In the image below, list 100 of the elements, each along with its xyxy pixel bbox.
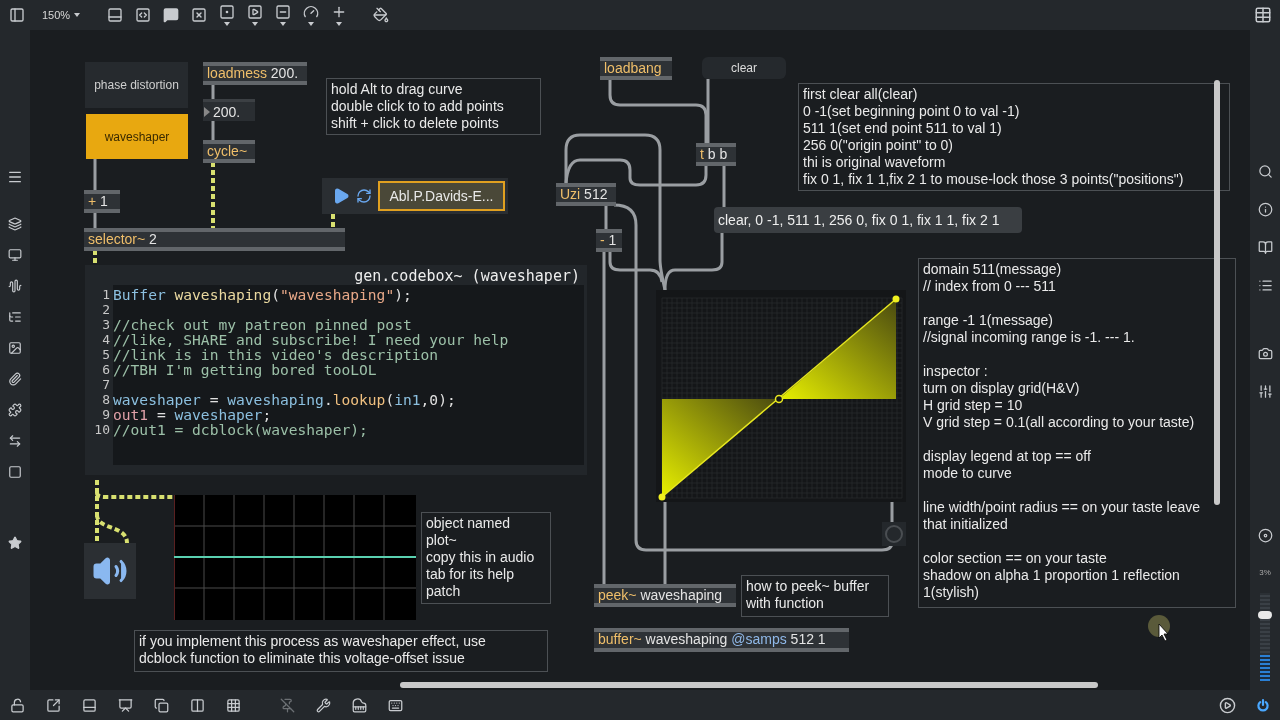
breakpoint[interactable] [774, 394, 784, 404]
line-number: 8 [102, 392, 110, 407]
image-icon [8, 341, 22, 355]
wrench-icon [315, 697, 331, 713]
object-box: selector~ 2 [84, 228, 345, 251]
caret-icon [336, 22, 343, 26]
text-toggle-button[interactable]: waveshaper [86, 114, 188, 159]
grid-icon [225, 697, 241, 713]
arrow-square-icon [45, 697, 61, 713]
play-square-icon [247, 4, 264, 20]
triangle-icon [203, 106, 211, 117]
tree-list-icon [8, 310, 22, 324]
table-icon [1254, 6, 1272, 24]
panel-icon [81, 697, 97, 713]
message-icon [135, 7, 152, 23]
audio-file-button[interactable]: Abl.P.Davids-E... [378, 181, 505, 211]
comment: hold Alt to drag curve double click to to add points shift + click to delete points [326, 78, 541, 135]
object-box: loadbang [600, 57, 672, 80]
line-number: 9 [102, 407, 110, 422]
copy-icon [153, 697, 169, 713]
pin-off-icon [279, 697, 295, 713]
menu-icon [7, 169, 23, 185]
object-box: t b b [696, 143, 736, 166]
speaker-button[interactable] [84, 543, 136, 599]
power-icon [1257, 698, 1269, 712]
speech-bubble-icon [163, 7, 180, 23]
line-number: 3 [102, 317, 110, 332]
layers-icon [8, 217, 22, 231]
zoom-dropdown[interactable]: 150% [38, 9, 85, 21]
arrows-icon [8, 434, 22, 448]
horizontal-scrollbar[interactable] [400, 682, 1098, 688]
breakpoint[interactable] [658, 493, 666, 501]
columns-icon [189, 697, 205, 713]
caret-icon [308, 22, 315, 26]
caret-icon [224, 22, 231, 26]
number-box[interactable]: 200. [203, 99, 255, 121]
gain-slider-thumb[interactable] [1258, 611, 1272, 619]
vertical-scrollbar[interactable] [1214, 80, 1220, 505]
object-box: Uzi 512 [556, 183, 616, 206]
gain-slider[interactable] [1260, 593, 1270, 681]
book-icon [1257, 239, 1273, 255]
clear-button[interactable]: clear [702, 57, 786, 79]
object-box: buffer~ waveshaping @samps 512 1 [594, 628, 849, 652]
play-icon[interactable] [332, 187, 350, 205]
sidebar-icon [9, 7, 25, 23]
patch-cord [331, 214, 335, 228]
caret-icon [252, 22, 259, 26]
monitor-icon [8, 248, 22, 262]
code-line: //link is in this video's description [113, 347, 439, 362]
code-line: //TBH I'm getting bored tooLOL [113, 362, 377, 377]
number-value: 200. [213, 102, 241, 121]
toggle-circle-icon[interactable] [882, 522, 906, 546]
patch-cord [93, 212, 97, 228]
search-icon [1257, 163, 1273, 179]
line-number: 2 [102, 302, 110, 317]
keyboard-icon [387, 697, 403, 713]
patch-cord [211, 84, 215, 99]
star-icon [8, 536, 22, 550]
text-toggle-button[interactable]: phase distortion [85, 62, 188, 108]
disc-icon [1257, 527, 1273, 543]
loop-icon[interactable] [356, 188, 372, 204]
comment: how to peek~ buffer with function [741, 575, 889, 617]
puzzle-icon [8, 403, 22, 417]
comment: domain 511(message) // index from 0 --- 511 range -1 1(message) //signal incoming range is -1. --- 1. inspector : turn on display grid(H&V) H grid step = 10 V grid step = 0.1(all according to your taste) display legend at top == off mode to curve line width/point radius == on your taste leave that initialized color section == on your taste shadow on alpha 1 proportion 1 reflection 1(stylish) [918, 258, 1236, 608]
code-line: waveshaper = waveshaping.lookup(in1,0); [113, 392, 457, 407]
comment: if you implement this process as waveshaper effect, use dcblock function to eliminate this voltage-offset issue [134, 630, 548, 672]
object-box: peek~ waveshaping [594, 584, 736, 607]
line-number: 1 [102, 287, 110, 302]
line-number: 7 [102, 377, 110, 392]
waveform-icon [8, 279, 22, 293]
sliders-icon [1257, 383, 1273, 399]
patch-cord [93, 159, 97, 190]
line-number: 4 [102, 332, 110, 347]
circle-square-icon [219, 4, 236, 20]
info-icon [1257, 201, 1273, 217]
play-circle-icon [1218, 696, 1236, 714]
paint-bucket-icon [373, 7, 390, 23]
minus-square-icon [275, 4, 292, 20]
object-box: - 1 [596, 229, 622, 252]
comment: object named plot~ copy this in audio tab for its help patch [421, 512, 551, 604]
code-line: Buffer waveshaping("waveshaping"); [113, 287, 413, 302]
easel-icon [117, 697, 133, 713]
caret-icon [74, 13, 81, 17]
panel-icon [107, 7, 124, 23]
patch-cord [211, 121, 215, 140]
patch-cord [211, 162, 215, 228]
message-box[interactable]: clear, 0 -1, 511 1, 256 0, fix 0 1, fix 1 1, fix 2 1 [714, 207, 1022, 233]
patch-cord [93, 250, 97, 265]
caret-icon [280, 22, 287, 26]
camera-icon [1257, 345, 1273, 361]
piano-icon [351, 697, 367, 713]
list-icon [1257, 277, 1273, 293]
object-box: + 1 [84, 190, 120, 213]
gauge-icon [303, 4, 320, 20]
line-number: 5 [102, 347, 110, 362]
code-box-title: gen.codebox~ (waveshaper) [354, 268, 581, 284]
mouse-cursor-icon [1147, 614, 1173, 642]
cpu-reading: 3% [1259, 568, 1271, 577]
breakpoint[interactable] [892, 295, 900, 303]
cross-square-icon [191, 7, 208, 23]
